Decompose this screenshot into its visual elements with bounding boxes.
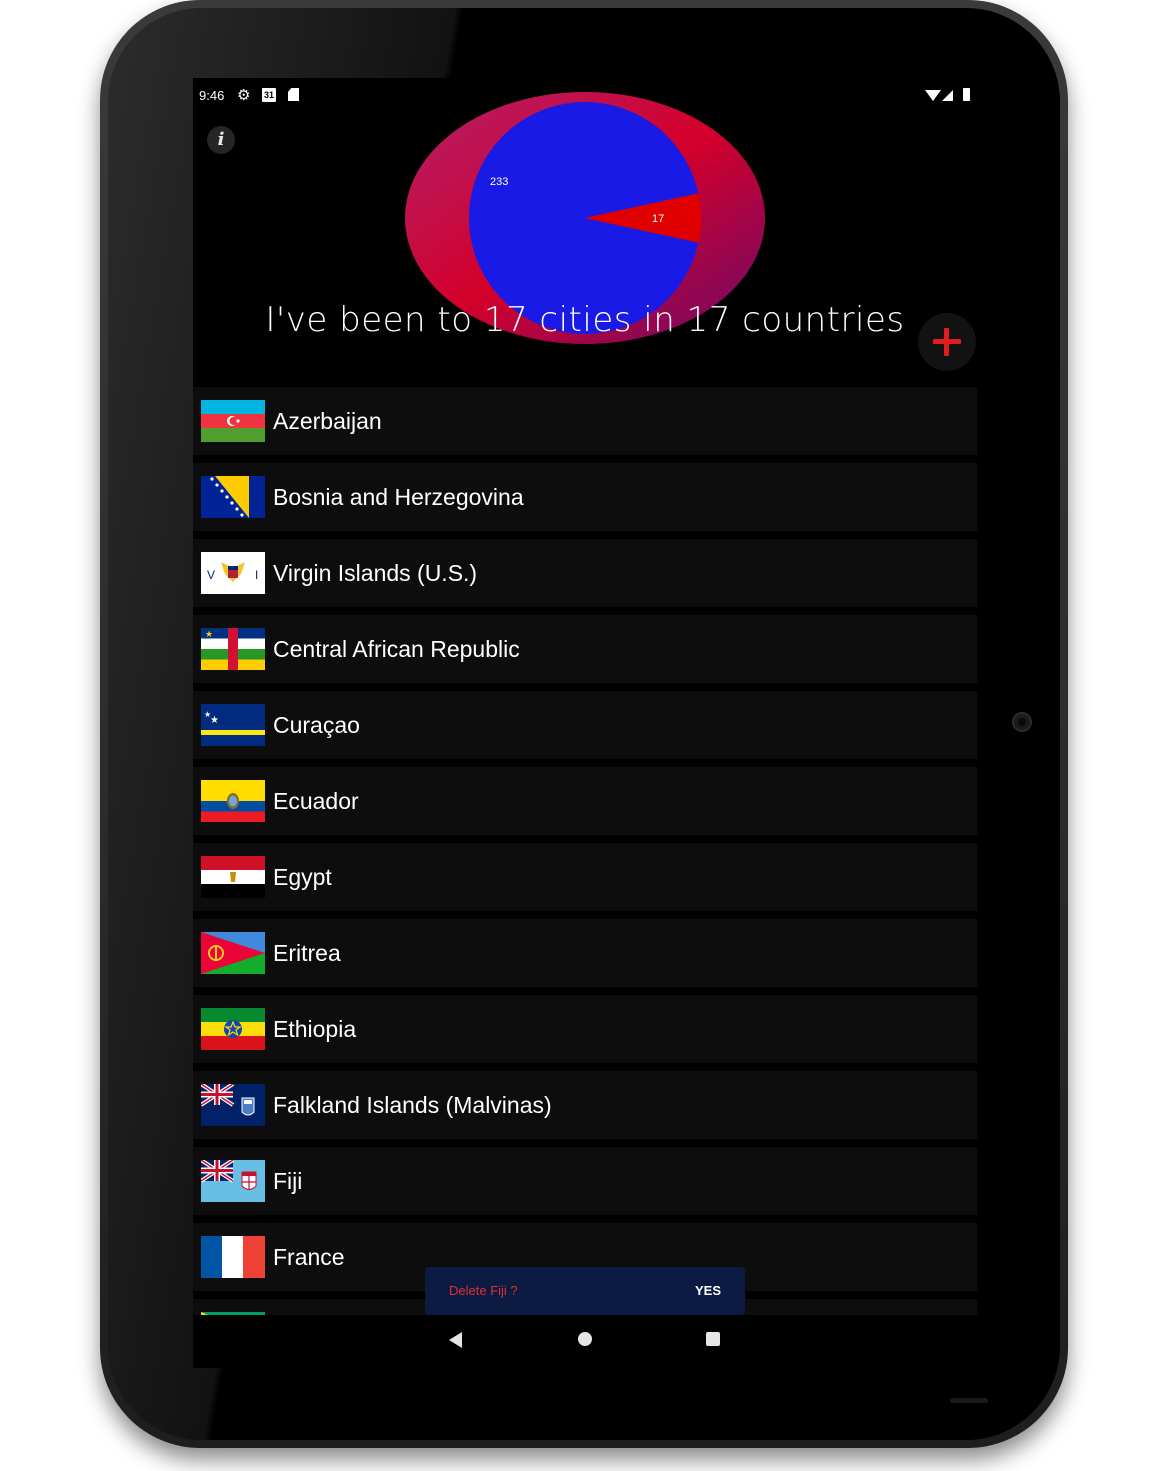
gear-icon: ⚙ [237, 87, 251, 104]
ethiopia-flag-icon [201, 1008, 265, 1050]
app-screen: 9:46 ⚙ 31 i 233 17 I've been to 17 cities… [193, 78, 977, 1368]
svg-text:★: ★ [205, 629, 213, 639]
france-flag-icon [201, 1236, 265, 1278]
country-name: Central African Republic [273, 636, 520, 662]
device-speaker [950, 1398, 988, 1403]
eritrea-flag-icon [201, 932, 265, 974]
country-name: Ecuador [273, 788, 359, 814]
country-list-item[interactable]: Fiji [193, 1147, 977, 1215]
country-list-item[interactable]: Eritrea [193, 919, 977, 987]
azerbaijan-flag-icon [201, 400, 265, 442]
cell-signal-icon [942, 90, 953, 101]
snackbar-yes-button[interactable]: YES [695, 1267, 721, 1315]
calendar-icon: 31 [262, 88, 276, 102]
sd-card-icon [288, 88, 299, 101]
snackbar-message: Delete Fiji ? [449, 1283, 518, 1298]
country-list-item[interactable]: Bosnia and Herzegovina [193, 463, 977, 531]
recents-icon[interactable] [706, 1332, 720, 1346]
status-time: 9:46 [199, 88, 225, 103]
us-virgin-islands-flag-icon: VI [201, 552, 265, 594]
navigation-bar [193, 1315, 977, 1368]
country-name: Ethiopia [273, 1016, 357, 1042]
country-list-item[interactable]: Egypt [193, 843, 977, 911]
back-icon[interactable] [449, 1332, 462, 1348]
page-title: I've been to 17 cities in 17 countries [265, 300, 905, 340]
battery-icon [963, 88, 970, 101]
country-list-item[interactable]: ★ ★ Curaçao [193, 691, 977, 759]
svg-text:★: ★ [210, 715, 219, 726]
front-camera [1012, 712, 1032, 732]
country-name: Azerbaijan [273, 408, 382, 434]
country-name: Bosnia and Herzegovina [273, 484, 524, 510]
wifi-icon [925, 90, 941, 101]
country-name: Falkland Islands (Malvinas) [273, 1092, 552, 1118]
country-name: Eritrea [273, 940, 341, 966]
falkland-flag-icon [201, 1084, 265, 1126]
country-list-item[interactable]: Azerbaijan [193, 387, 977, 455]
pie-label-remaining: 233 [490, 176, 508, 188]
country-name: France [273, 1244, 345, 1270]
fiji-flag-icon [201, 1160, 265, 1202]
curacao-flag-icon: ★ ★ [201, 704, 265, 746]
country-list-item[interactable]: Falkland Islands (Malvinas) [193, 1071, 977, 1139]
country-list[interactable]: Azerbaijan Bosnia and Herzegovina V I Virgin… [193, 387, 977, 1315]
central-african-republic-flag-icon: ★ [201, 628, 265, 670]
country-name: Virgin Islands (U.S.) [273, 560, 478, 586]
snackbar: Delete Fiji ? YES [425, 1267, 745, 1315]
bosnia-flag-icon [201, 476, 265, 518]
egypt-flag-icon [201, 856, 265, 898]
svg-text:I: I [255, 568, 258, 582]
ecuador-flag-icon [201, 780, 265, 822]
home-icon[interactable] [578, 1332, 592, 1346]
country-list-item[interactable]: V I Virgin Islands (U.S.) [193, 539, 977, 607]
country-name: Curaçao [273, 712, 360, 738]
add-country-button[interactable] [918, 313, 976, 371]
country-list-item[interactable]: Ecuador [193, 767, 977, 835]
svg-text:V: V [207, 568, 215, 582]
info-button[interactable]: i [207, 126, 235, 154]
pie-label-visited: 17 [652, 213, 664, 225]
country-name: Egypt [273, 864, 332, 890]
country-list-item[interactable]: Ethiopia [193, 995, 977, 1063]
country-list-item[interactable]: ★ Central African Republic [193, 615, 977, 683]
country-name: Fiji [273, 1168, 303, 1194]
